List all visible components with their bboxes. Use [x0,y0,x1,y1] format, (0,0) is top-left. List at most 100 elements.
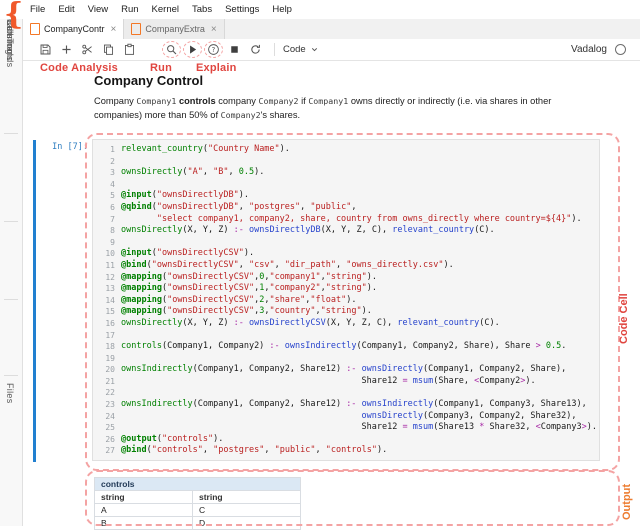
code-token: "company1" [269,272,320,282]
code-text [121,179,126,191]
code-line: 22 [93,387,599,399]
code-token: 0.5 [546,341,561,351]
code-token: @input [121,248,152,258]
code-token: ). [443,260,453,270]
code-line: 24 ownsDirectly(Company3, Company2, Shar… [93,411,599,423]
copy-icon[interactable] [99,41,118,58]
code-text: controls(Company1, Company2) :- ownsIndi… [121,341,566,353]
menu-item-kernel[interactable]: Kernel [152,4,179,15]
code-line: 23ownsIndirectly(Company1, Company2, Sha… [93,399,599,411]
code-token: , [300,202,310,212]
code-token: @mapping [121,272,162,282]
code-line: 9 [93,237,599,249]
code-cell-annotation-label: Code Cell [618,293,630,344]
code-token: :- [346,364,356,374]
code-token: "postgres" [249,202,300,212]
menu-item-help[interactable]: Help [272,4,292,15]
line-number: 27 [93,445,121,457]
code-text: ownsDirectly(X, Y, Z) :- ownsDirectlyDB(… [121,225,495,237]
cut-icon[interactable] [78,41,97,58]
code-token: Share12 [121,376,402,386]
code-token: "postgres" [213,445,264,455]
code-token: , [264,445,274,455]
stop-icon[interactable] [225,41,244,58]
code-token: "Country Name" [208,144,280,154]
line-number: 1 [93,144,121,156]
code-token: (Company1, Company2, Share), [423,364,566,374]
code-token: "controls" [326,445,377,455]
code-cell[interactable]: 1relevant_country("Country Name").2 3own… [92,139,600,461]
code-token: "select company1, company2, share, count… [157,214,572,224]
doc-tab-companyextra[interactable]: CompanyExtra× [124,19,224,39]
kernel-status-icon [615,44,626,55]
paste-icon[interactable] [120,41,139,58]
code-line: 26@output("controls"). [93,434,599,446]
code-line: 10@input("ownsDirectlyCSV"). [93,248,599,260]
close-icon[interactable]: × [111,24,117,35]
code-token: (Share13 [433,422,479,432]
code-token: , [239,202,249,212]
code-token: relevant_country [121,144,203,154]
menu-item-run[interactable]: Run [121,4,138,15]
code-token: "controls" [162,434,213,444]
kernel-name: Vadalog [571,44,607,55]
code-line: 7 "select company1, company2, share, cou… [93,214,599,226]
output-cell: C [193,504,301,517]
code-token: @bind [121,260,147,270]
cell-type-dropdown[interactable]: Code [283,44,319,55]
code-token: ownsDirectly [362,411,423,421]
cell-type-value: Code [283,44,306,55]
svg-text:?: ? [212,46,216,54]
code-token: Company3 [541,422,582,432]
paragraph-code: Company2 [221,110,261,120]
code-text: @qbind("ownsDirectlyDB", "postgres", "pu… [121,202,357,214]
paragraph-code: Company1 [136,96,176,106]
output-cell: D [193,517,301,530]
code-token: :- [234,318,244,328]
code-token: "company2" [269,283,320,293]
code-line: 14@mapping("ownsDirectlyCSV",2,"share","… [93,295,599,307]
doc-tab-companycontr[interactable]: CompanyContr× [23,19,124,39]
run-icon[interactable] [183,41,202,58]
code-token: "ownsDirectlyCSV" [157,248,244,258]
line-number: 16 [93,318,121,330]
line-number: 6 [93,202,121,214]
line-number: 18 [93,341,121,353]
save-icon[interactable] [36,41,55,58]
menu-item-settings[interactable]: Settings [225,4,259,15]
code-line: 1relevant_country("Country Name"). [93,144,599,156]
code-token: "ownsDirectlyCSV" [167,306,254,316]
code-token: , [351,202,356,212]
paragraph-text: company [216,96,259,106]
code-token: (X, Y, Z, C), [321,225,393,235]
output-column-header: string [95,491,193,504]
line-number: 17 [93,330,121,342]
add-cell-icon[interactable] [57,41,76,58]
code-text: ownsIndirectly(Company1, Company2, Share… [121,364,566,376]
sidebar-divider [4,375,18,376]
code-token [121,411,362,421]
menu-item-file[interactable]: File [30,4,45,15]
active-cell-indicator [33,140,36,462]
restart-icon[interactable] [246,41,265,58]
menu-item-view[interactable]: View [88,4,108,15]
explain-icon[interactable]: ? [204,41,223,58]
sidebar-tab-files[interactable]: Files [5,383,15,404]
menu-item-edit[interactable]: Edit [58,4,74,15]
code-token: (Company1, Company2, Share12) [193,364,347,374]
code-token: "ownsDirectlyDB" [157,202,239,212]
line-number: 4 [93,179,121,191]
code-token: Share32, [484,422,535,432]
menu-item-tabs[interactable]: Tabs [192,4,212,15]
line-number: 14 [93,295,121,307]
code-line: 12@mapping("ownsDirectlyCSV",0,"company1… [93,272,599,284]
code-analysis-icon[interactable] [162,41,181,58]
code-token: "A" [188,167,203,177]
code-token: "ownsDirectlyCSV" [152,260,239,270]
code-line: 11@bind("ownsDirectlyCSV", "csv", "dir_p… [93,260,599,272]
code-token: "string" [326,272,367,282]
menubar: File Edit View Run Kernel Tabs Settings Help [0,0,640,20]
paragraph-text: if [298,96,308,106]
close-icon[interactable]: × [211,24,217,35]
code-token: "country" [269,306,315,316]
